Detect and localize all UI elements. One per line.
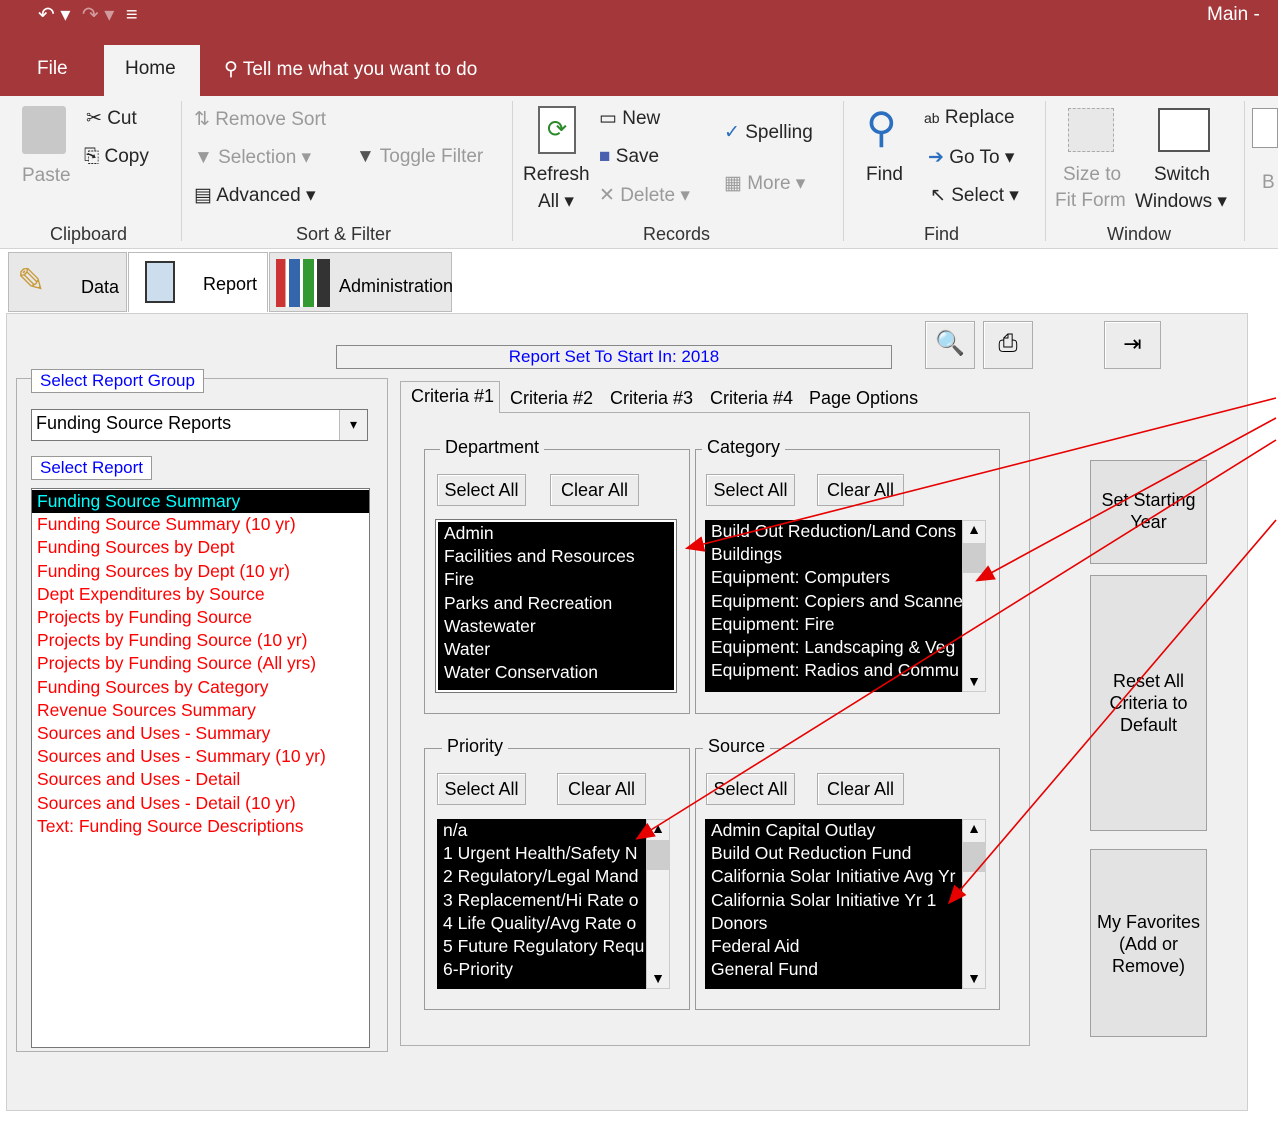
arrow-to-priority <box>635 439 1277 840</box>
arrow-to-department <box>684 397 1277 552</box>
arrow-to-source <box>947 519 1277 905</box>
annotation-arrows <box>635 397 1277 905</box>
arrow-to-category <box>975 417 1277 582</box>
